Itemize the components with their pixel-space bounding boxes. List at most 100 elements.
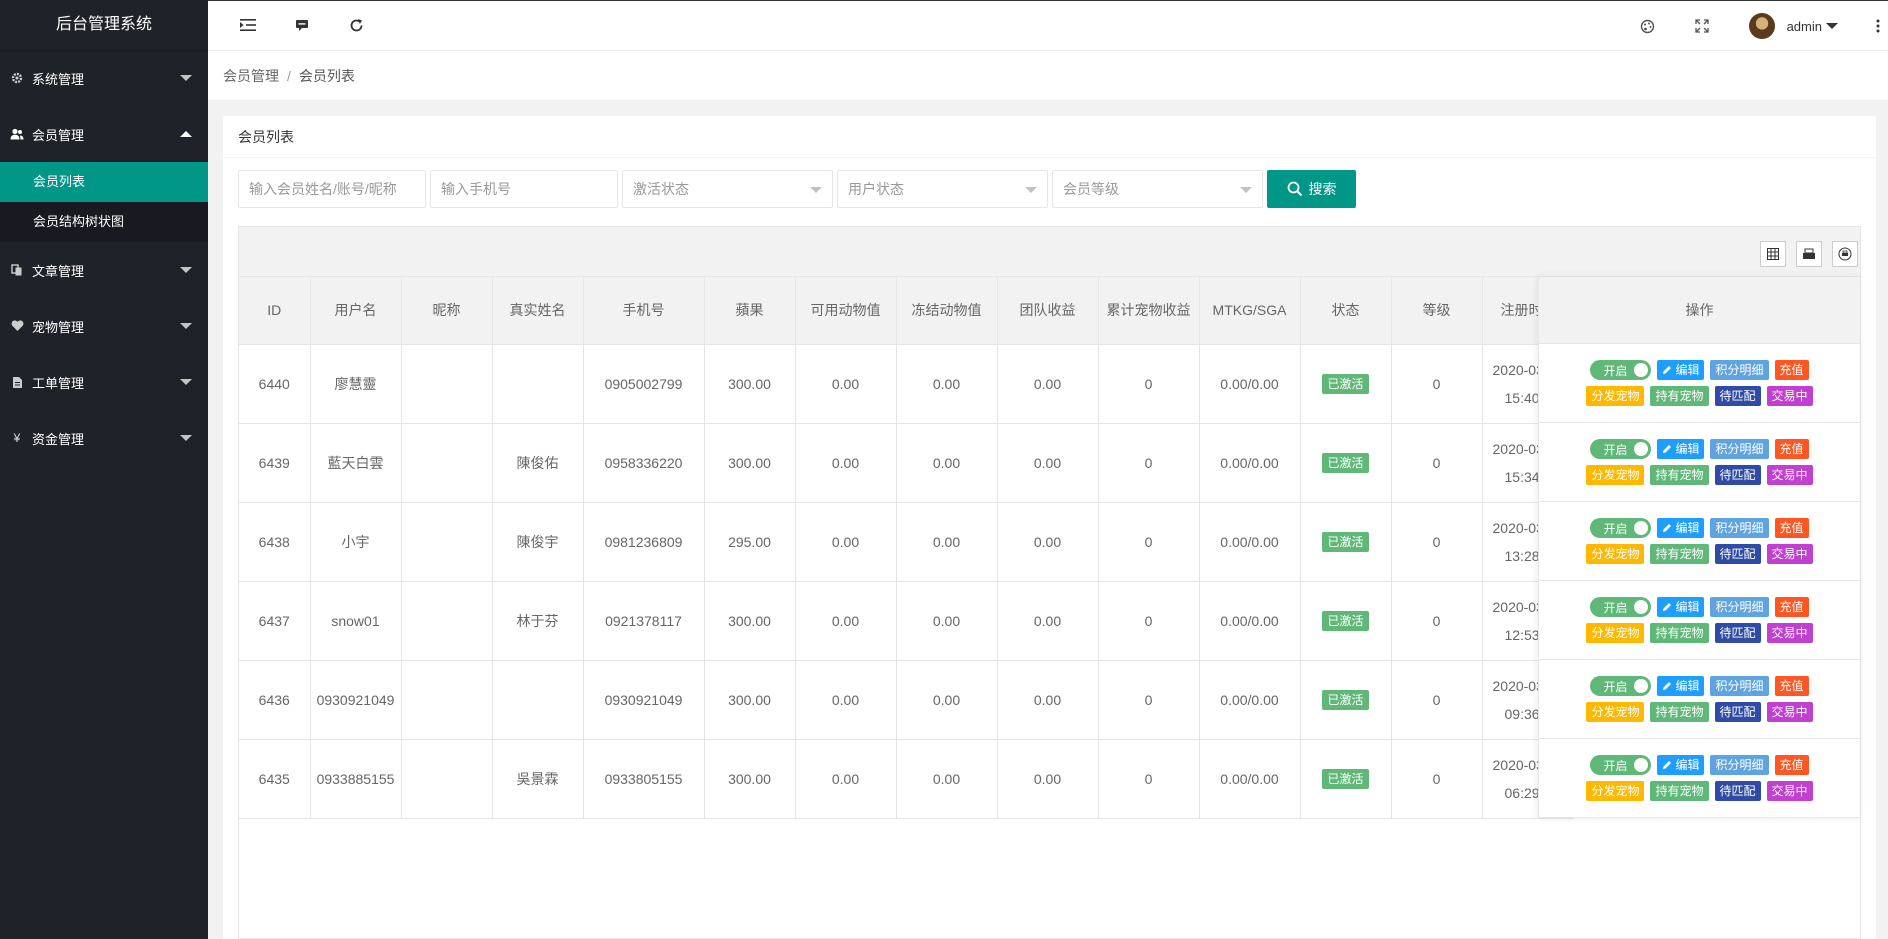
- edit-button[interactable]: 编辑: [1657, 676, 1705, 696]
- enable-toggle[interactable]: 开启: [1590, 518, 1652, 538]
- sidebar-item-members[interactable]: 会员管理: [0, 106, 208, 162]
- table-row[interactable]: 6438 小宇 陳俊宇 0981236809 295.00 0.00 0.00 0.00 0 0.…: [239, 502, 1574, 582]
- sidebar-item-pets[interactable]: 宠物管理: [0, 298, 208, 354]
- points-detail-button[interactable]: 积分明细: [1710, 597, 1769, 617]
- user-status-select[interactable]: 用户状态: [837, 170, 1048, 208]
- distribute-pet-button[interactable]: 分发宠物: [1586, 544, 1645, 564]
- cell-id: 6438: [239, 502, 311, 582]
- trading-button[interactable]: 交易中: [1766, 623, 1813, 643]
- phone-input[interactable]: 输入手机号: [430, 170, 618, 208]
- sidebar-item-member-tree[interactable]: 会员结构树状图: [0, 202, 208, 242]
- fullscreen-icon[interactable]: [1694, 19, 1709, 33]
- column-header[interactable]: 昵称: [401, 277, 493, 345]
- breadcrumb-parent[interactable]: 会员管理: [223, 68, 279, 84]
- column-header[interactable]: 可用动物值: [795, 277, 897, 345]
- held-pets-button[interactable]: 持有宠物: [1650, 702, 1709, 722]
- admin-username[interactable]: admin: [1787, 19, 1822, 34]
- enable-toggle[interactable]: 开启: [1590, 360, 1652, 380]
- held-pets-button[interactable]: 持有宠物: [1650, 544, 1709, 564]
- held-pets-button[interactable]: 持有宠物: [1650, 623, 1709, 643]
- theme-icon[interactable]: [1640, 19, 1655, 34]
- trading-button[interactable]: 交易中: [1766, 465, 1813, 485]
- member-name-input[interactable]: 输入会员姓名/账号/昵称: [238, 170, 426, 208]
- held-pets-button[interactable]: 持有宠物: [1650, 465, 1709, 485]
- cell-phone: 0958336220: [583, 423, 705, 503]
- cell-team: 0.00: [997, 344, 1099, 424]
- enable-toggle[interactable]: 开启: [1590, 676, 1652, 696]
- recharge-button[interactable]: 充值: [1774, 360, 1809, 380]
- sidebar-item-member-list[interactable]: 会员列表: [0, 162, 208, 202]
- edit-button[interactable]: 编辑: [1657, 439, 1705, 459]
- points-detail-button[interactable]: 积分明细: [1710, 755, 1769, 775]
- sidebar-item-articles[interactable]: 文章管理: [0, 242, 208, 298]
- pending-match-button[interactable]: 待匹配: [1714, 781, 1761, 801]
- pending-match-button[interactable]: 待匹配: [1714, 465, 1761, 485]
- chevron-down-icon[interactable]: [1826, 23, 1838, 29]
- distribute-pet-button[interactable]: 分发宠物: [1586, 465, 1645, 485]
- sidebar-item-funds[interactable]: ¥ 资金管理: [0, 410, 208, 466]
- distribute-pet-button[interactable]: 分发宠物: [1586, 702, 1645, 722]
- pending-match-button[interactable]: 待匹配: [1714, 386, 1761, 406]
- more-icon[interactable]: [1868, 19, 1888, 33]
- refresh-icon[interactable]: [346, 15, 366, 35]
- trading-button[interactable]: 交易中: [1766, 544, 1813, 564]
- member-level-select[interactable]: 会员等级: [1052, 170, 1263, 208]
- column-header[interactable]: 团队收益: [997, 277, 1099, 345]
- points-detail-button[interactable]: 积分明细: [1710, 439, 1769, 459]
- table-row[interactable]: 6436 0930921049 0930921049 300.00 0.00 0.00 0.…: [239, 660, 1574, 740]
- column-header[interactable]: 等级: [1391, 277, 1483, 345]
- menu-fold-icon[interactable]: [238, 15, 258, 35]
- trading-button[interactable]: 交易中: [1766, 781, 1813, 801]
- message-icon[interactable]: [292, 15, 312, 35]
- export-icon[interactable]: [1796, 241, 1822, 267]
- column-header[interactable]: 蘋果: [704, 277, 796, 345]
- column-header[interactable]: 累计宠物收益: [1098, 277, 1200, 345]
- distribute-pet-button[interactable]: 分发宠物: [1586, 781, 1645, 801]
- trading-button[interactable]: 交易中: [1766, 702, 1813, 722]
- recharge-button[interactable]: 充值: [1774, 518, 1809, 538]
- pending-match-button[interactable]: 待匹配: [1714, 702, 1761, 722]
- activation-status-select[interactable]: 激活状态: [622, 170, 833, 208]
- column-header[interactable]: 真实姓名: [492, 277, 584, 345]
- recharge-button[interactable]: 充值: [1774, 755, 1809, 775]
- edit-button[interactable]: 编辑: [1657, 360, 1705, 380]
- edit-button[interactable]: 编辑: [1657, 597, 1705, 617]
- recharge-button[interactable]: 充值: [1774, 439, 1809, 459]
- enable-toggle[interactable]: 开启: [1590, 439, 1652, 459]
- print-icon[interactable]: [1832, 241, 1858, 267]
- table-row[interactable]: 6437 snow01 林于芬 0921378117 300.00 0.00 0.00 0.0…: [239, 581, 1574, 661]
- column-header[interactable]: 状态: [1300, 277, 1392, 345]
- column-header[interactable]: 冻结动物值: [896, 277, 998, 345]
- enable-toggle[interactable]: 开启: [1590, 597, 1652, 617]
- held-pets-button[interactable]: 持有宠物: [1650, 386, 1709, 406]
- column-header[interactable]: MTKG/SGA: [1199, 277, 1301, 345]
- recharge-button[interactable]: 充值: [1774, 597, 1809, 617]
- points-detail-button[interactable]: 积分明细: [1710, 676, 1769, 696]
- toggle-knob: [1634, 600, 1649, 614]
- search-button[interactable]: 搜索: [1267, 170, 1356, 208]
- trading-button[interactable]: 交易中: [1766, 386, 1813, 406]
- points-detail-button[interactable]: 积分明细: [1710, 360, 1769, 380]
- pending-match-button[interactable]: 待匹配: [1714, 623, 1761, 643]
- distribute-pet-button[interactable]: 分发宠物: [1586, 623, 1645, 643]
- column-header[interactable]: 用户名: [310, 277, 402, 345]
- pending-match-button[interactable]: 待匹配: [1714, 544, 1761, 564]
- sidebar-item-tickets[interactable]: 工单管理: [0, 354, 208, 410]
- table-row[interactable]: 6435 0933885155 吳景霖 0933805155 300.00 0.00 0.0…: [239, 739, 1574, 819]
- enable-toggle[interactable]: 开启: [1590, 755, 1652, 775]
- column-header[interactable]: ID: [239, 277, 311, 345]
- points-detail-button[interactable]: 积分明细: [1710, 518, 1769, 538]
- column-header[interactable]: 手机号: [583, 277, 705, 345]
- sidebar-item-system[interactable]: 系统管理: [0, 50, 208, 106]
- distribute-pet-button[interactable]: 分发宠物: [1586, 386, 1645, 406]
- table-row[interactable]: 6439 藍天白雲 陳俊佑 0958336220 300.00 0.00 0.00 0.00 0…: [239, 423, 1574, 503]
- table-row[interactable]: 6440 廖慧靈 0905002799 300.00 0.00 0.00 0.00 0 0.00…: [239, 344, 1574, 424]
- avatar[interactable]: [1748, 13, 1775, 39]
- recharge-button[interactable]: 充值: [1774, 676, 1809, 696]
- columns-icon[interactable]: [1760, 241, 1786, 267]
- edit-button[interactable]: 编辑: [1657, 755, 1705, 775]
- cell-phone: 0933805155: [583, 739, 705, 819]
- held-pets-button[interactable]: 持有宠物: [1650, 781, 1709, 801]
- edit-button[interactable]: 编辑: [1657, 518, 1705, 538]
- cell-pet: 0: [1098, 502, 1200, 582]
